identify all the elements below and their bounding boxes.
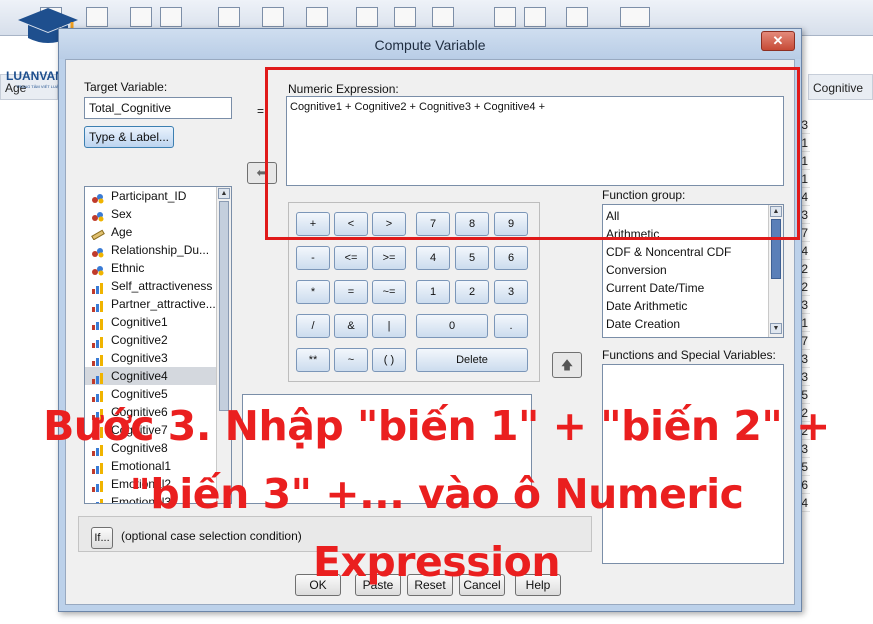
ordinal-icon	[91, 353, 105, 366]
functions-special-label: Functions and Special Variables:	[602, 348, 776, 362]
equals-sign: =	[257, 104, 265, 118]
column-header-cognitive[interactable]: Cognitive	[808, 74, 873, 100]
ordinal-icon	[91, 335, 105, 348]
insert-cases-icon[interactable]	[262, 7, 284, 27]
variable-label: Cognitive1	[111, 315, 168, 329]
variable-item[interactable]: Partner_attractive...	[85, 295, 231, 313]
keypad-button[interactable]: 3	[494, 280, 528, 304]
variable-item[interactable]: Relationship_Du...	[85, 241, 231, 259]
svg-text:LUANVAN: LUANVAN	[6, 69, 64, 83]
variable-label: Cognitive4	[111, 369, 168, 383]
select-cases-icon[interactable]	[432, 7, 454, 27]
variable-item[interactable]: Sex	[85, 205, 231, 223]
keypad-button[interactable]: ~=	[372, 280, 406, 304]
keypad-button[interactable]: 0	[416, 314, 488, 338]
variable-item[interactable]: Ethnic	[85, 259, 231, 277]
variable-item[interactable]: Cognitive2	[85, 331, 231, 349]
function-group-item[interactable]: Conversion	[603, 261, 783, 279]
scroll-up-icon[interactable]: ▲	[218, 188, 230, 199]
keypad-button[interactable]: &	[334, 314, 368, 338]
insert-function-arrow-icon[interactable]: 🡅	[552, 352, 582, 378]
nominal-icon	[91, 191, 105, 204]
screen: Age Cognitive 3111437422317335223564 LUA…	[0, 0, 873, 624]
variable-label: Age	[111, 225, 133, 239]
insert-variable-icon[interactable]	[306, 7, 328, 27]
keypad-button[interactable]: 2	[455, 280, 489, 304]
keypad-button[interactable]: .	[494, 314, 528, 338]
function-group-item[interactable]: Date Creation	[603, 315, 783, 333]
variable-item[interactable]: Cognitive1	[85, 313, 231, 331]
ordinal-icon	[91, 317, 105, 330]
keypad-button[interactable]: >=	[372, 246, 406, 270]
dialog-title: Compute Variable	[374, 37, 486, 53]
find-icon[interactable]	[218, 7, 240, 27]
keypad-button[interactable]: 4	[416, 246, 450, 270]
variable-label: Cognitive2	[111, 333, 168, 347]
function-group-item[interactable]: Current Date/Time	[603, 279, 783, 297]
instruction-caption: Bước 3. Nhập "biến 1" + "biến 2" + "biến…	[43, 402, 830, 586]
variable-label: Relationship_Du...	[111, 243, 210, 257]
keypad-button[interactable]: Delete	[416, 348, 528, 372]
variables-icon[interactable]	[160, 7, 182, 27]
keypad-button[interactable]: **	[296, 348, 330, 372]
type-label-button[interactable]: Type & Label...	[84, 126, 174, 148]
numeric-expression-highlight-box	[265, 67, 800, 240]
keypad-button[interactable]: 1	[416, 280, 450, 304]
spell-check-icon[interactable]	[620, 7, 650, 27]
keypad-button[interactable]: |	[372, 314, 406, 338]
variable-item[interactable]: Participant_ID	[85, 187, 231, 205]
keypad-button[interactable]: /	[296, 314, 330, 338]
keypad-button[interactable]: *	[296, 280, 330, 304]
value-labels-icon[interactable]	[494, 7, 516, 27]
variable-label: Partner_attractive...	[111, 297, 216, 311]
target-variable-input[interactable]: Total_Cognitive	[84, 97, 232, 119]
variable-label: Ethnic	[111, 261, 145, 275]
scale-icon	[91, 227, 105, 241]
variable-item[interactable]: Cognitive4	[85, 367, 231, 385]
ordinal-icon	[91, 281, 105, 294]
variable-label: Participant_ID	[111, 189, 187, 203]
scroll-down-icon[interactable]: ▼	[770, 323, 782, 334]
variable-label: Self_attractiveness	[111, 279, 213, 293]
split-file-icon[interactable]	[356, 7, 378, 27]
show-all-icon[interactable]	[566, 7, 588, 27]
close-button[interactable]: ✕	[761, 31, 795, 51]
function-group-item[interactable]: CDF & Noncentral CDF	[603, 243, 783, 261]
weight-cases-icon[interactable]	[394, 7, 416, 27]
keypad-button[interactable]: <=	[334, 246, 368, 270]
scroll-thumb[interactable]	[219, 201, 229, 411]
keypad-button[interactable]: 6	[494, 246, 528, 270]
variable-item[interactable]: Cognitive3	[85, 349, 231, 367]
keypad-button[interactable]: =	[334, 280, 368, 304]
variable-item[interactable]: Age	[85, 223, 231, 241]
use-sets-icon[interactable]	[524, 7, 546, 27]
function-group-item[interactable]: Date Arithmetic	[603, 297, 783, 315]
ordinal-icon	[91, 371, 105, 384]
table-icon[interactable]	[130, 7, 152, 27]
function-group-item[interactable]: Date Extraction	[603, 333, 783, 337]
keypad-button[interactable]: 5	[455, 246, 489, 270]
variable-label: Cognitive3	[111, 351, 168, 365]
keypad-button[interactable]: ( )	[372, 348, 406, 372]
nominal-icon	[91, 209, 105, 222]
keypad-button[interactable]: ~	[334, 348, 368, 372]
dialog-titlebar[interactable]: Compute Variable ✕	[59, 29, 801, 59]
nominal-icon	[91, 263, 105, 276]
keypad-button[interactable]: -	[296, 246, 330, 270]
target-variable-label: Target Variable:	[84, 80, 168, 94]
variable-item[interactable]: Self_attractiveness	[85, 277, 231, 295]
nominal-icon	[91, 245, 105, 258]
variable-label: Sex	[111, 207, 132, 221]
ordinal-icon	[91, 299, 105, 312]
